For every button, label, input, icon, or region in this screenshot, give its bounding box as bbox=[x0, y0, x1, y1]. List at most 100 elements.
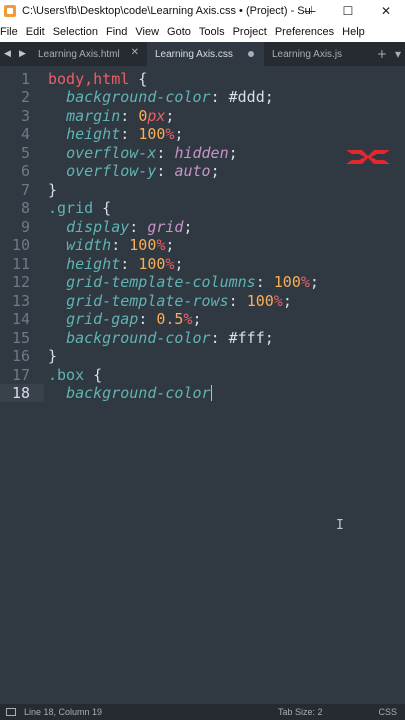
menu-project[interactable]: Project bbox=[229, 26, 271, 38]
semicolon: ; bbox=[264, 88, 274, 106]
css-property: height bbox=[66, 125, 121, 143]
menu-find[interactable]: Find bbox=[102, 26, 131, 38]
menu-preferences[interactable]: Preferences bbox=[271, 26, 338, 38]
menu-view[interactable]: View bbox=[131, 26, 163, 38]
line-number: 11 bbox=[11, 255, 30, 273]
colon: : bbox=[228, 292, 247, 310]
line-number: 12 bbox=[11, 273, 30, 291]
menu-selection[interactable]: Selection bbox=[49, 26, 102, 38]
semicolon: ; bbox=[282, 292, 292, 310]
code-editor[interactable]: 1 body,html { 2 background-color: #ddd; … bbox=[0, 66, 405, 704]
semicolon: ; bbox=[192, 310, 202, 328]
syntax-selector[interactable]: CSS bbox=[378, 707, 397, 717]
css-number: 0.5 bbox=[156, 310, 184, 328]
css-unit: % bbox=[300, 273, 310, 291]
code-line: 14 grid-gap: 0.5%; bbox=[0, 310, 405, 328]
css-property: display bbox=[66, 218, 130, 236]
semicolon: ; bbox=[264, 329, 274, 347]
panel-toggle-icon[interactable] bbox=[6, 708, 16, 716]
tab-learning-axis-html[interactable]: Learning Axis.html ✕ bbox=[30, 42, 147, 66]
css-selector: body,html bbox=[48, 70, 130, 88]
code-line: 3 margin: 0px; bbox=[0, 107, 405, 125]
semicolon: ; bbox=[183, 218, 193, 236]
tab-learning-axis-js[interactable]: Learning Axis.js bbox=[264, 42, 381, 66]
menu-goto[interactable]: Goto bbox=[163, 26, 195, 38]
css-property: background-color bbox=[66, 88, 211, 106]
css-number: 100 bbox=[129, 236, 157, 254]
line-number: 3 bbox=[20, 107, 30, 125]
code-line: 9 display: grid; bbox=[0, 218, 405, 236]
semicolon: ; bbox=[174, 255, 184, 273]
line-number: 13 bbox=[11, 292, 30, 310]
css-value: #ddd bbox=[228, 88, 265, 106]
css-property: grid-gap bbox=[66, 310, 139, 328]
tab-bar: ◀ ▶ Learning Axis.html ✕ Learning Axis.c… bbox=[0, 42, 405, 66]
line-number: 9 bbox=[20, 218, 30, 236]
code-line: 8 .grid { bbox=[0, 199, 405, 217]
semicolon: ; bbox=[174, 125, 184, 143]
code-line: 13 grid-template-rows: 100%; bbox=[0, 292, 405, 310]
line-number: 8 bbox=[20, 199, 30, 217]
code-line: 4 height: 100%; bbox=[0, 125, 405, 143]
tab-list-chevron-icon[interactable]: ▾ bbox=[391, 47, 405, 61]
colon: : bbox=[210, 88, 229, 106]
code-line: 12 grid-template-columns: 100%; bbox=[0, 273, 405, 291]
menu-help[interactable]: Help bbox=[338, 26, 369, 38]
window-title: C:\Users\fb\Desktop\code\Learning Axis.c… bbox=[22, 5, 312, 17]
code-line-current: 18 background-color bbox=[0, 384, 405, 402]
close-button[interactable]: ✕ bbox=[367, 0, 405, 22]
minimize-button[interactable]: — bbox=[291, 0, 329, 22]
brace: } bbox=[48, 347, 58, 365]
menu-bar: File Edit Selection Find View Goto Tools… bbox=[0, 22, 405, 42]
css-property: overflow-y bbox=[66, 162, 157, 180]
css-selector: .box bbox=[48, 366, 85, 384]
tab-label: Learning Axis.html bbox=[38, 48, 120, 60]
brace: { bbox=[129, 70, 148, 88]
colon: : bbox=[210, 329, 229, 347]
tab-scroll-right-icon[interactable]: ▶ bbox=[19, 49, 26, 59]
css-value: #fff bbox=[228, 329, 265, 347]
code-line: 15 background-color: #fff; bbox=[0, 329, 405, 347]
text-caret bbox=[210, 385, 212, 401]
maximize-button[interactable]: ☐ bbox=[329, 0, 367, 22]
css-property: background-color bbox=[66, 384, 211, 402]
css-property: margin bbox=[66, 107, 121, 125]
tab-scroll-arrows: ◀ ▶ bbox=[0, 42, 30, 66]
new-tab-icon[interactable]: + bbox=[373, 47, 391, 61]
tab-learning-axis-css[interactable]: Learning Axis.css bbox=[147, 42, 264, 66]
colon: : bbox=[120, 125, 139, 143]
unsaved-dot-icon[interactable] bbox=[248, 51, 254, 57]
css-number: 100 bbox=[273, 273, 301, 291]
css-property: grid-template-rows bbox=[66, 292, 229, 310]
css-number: 100 bbox=[138, 255, 166, 273]
line-number: 1 bbox=[20, 70, 30, 88]
line-number: 2 bbox=[20, 88, 30, 106]
colon: : bbox=[120, 255, 139, 273]
colon: : bbox=[156, 162, 175, 180]
css-unit: % bbox=[273, 292, 283, 310]
line-number: 5 bbox=[20, 144, 30, 162]
menu-tools[interactable]: Tools bbox=[195, 26, 229, 38]
tab-label: Learning Axis.js bbox=[272, 48, 343, 60]
css-number: 100 bbox=[138, 125, 166, 143]
css-property: width bbox=[66, 236, 112, 254]
tab-label: Learning Axis.css bbox=[155, 48, 233, 60]
code-line: 11 height: 100%; bbox=[0, 255, 405, 273]
status-bar: Line 18, Column 19 Tab Size: 2 CSS bbox=[0, 704, 405, 720]
close-icon[interactable]: ✕ bbox=[131, 47, 139, 58]
css-property: overflow-x bbox=[66, 144, 157, 162]
line-number: 14 bbox=[11, 310, 30, 328]
colon: : bbox=[138, 310, 157, 328]
code-line: 1 body,html { bbox=[0, 70, 405, 88]
tab-size-selector[interactable]: Tab Size: 2 bbox=[278, 707, 323, 717]
css-keyword: grid bbox=[147, 218, 184, 236]
colon: : bbox=[156, 144, 175, 162]
css-keyword: auto bbox=[174, 162, 211, 180]
tab-scroll-left-icon[interactable]: ◀ bbox=[4, 49, 11, 59]
menu-edit[interactable]: Edit bbox=[22, 26, 49, 38]
code-line: 7 } bbox=[0, 181, 405, 199]
colon: : bbox=[120, 107, 139, 125]
css-number: 100 bbox=[246, 292, 274, 310]
title-bar: C:\Users\fb\Desktop\code\Learning Axis.c… bbox=[0, 0, 405, 22]
menu-file[interactable]: File bbox=[0, 26, 22, 38]
